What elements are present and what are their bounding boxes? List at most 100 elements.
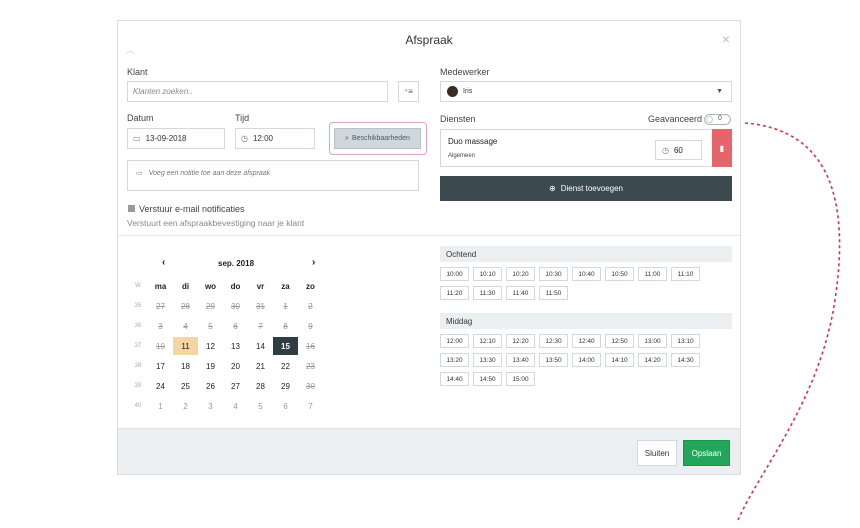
time-slot[interactable]: 13:00 [638, 334, 667, 348]
calendar-day[interactable]: 2 [298, 297, 323, 315]
time-slot[interactable]: 11:50 [539, 286, 568, 300]
client-search-input[interactable]: Klanten zoeken.. [127, 81, 388, 102]
search-icon: ⌕ [345, 134, 349, 142]
calendar-grid: Wma di wo do vr za zo 35 27 28 29 30 31 1 2 36 3 4 5 6 7 8 9 37… [128, 276, 323, 416]
calendar-day[interactable]: 4 [173, 317, 198, 335]
calendar-day[interactable]: 7 [298, 397, 323, 415]
add-client-icon[interactable]: ⁺≡ [398, 81, 419, 102]
time-slot[interactable]: 14:10 [605, 353, 634, 367]
calendar-day[interactable]: 24 [148, 377, 173, 395]
date-input[interactable]: ▭ 13-09-2018 [127, 128, 225, 149]
availability-button[interactable]: ⌕ Beschikbaarheden [334, 128, 421, 149]
time-slot[interactable]: 11:40 [506, 286, 535, 300]
calendar-day[interactable]: 27 [223, 377, 248, 395]
time-slot[interactable]: 12:10 [473, 334, 502, 348]
next-month-button[interactable]: › [312, 257, 315, 268]
calendar-day[interactable]: 20 [223, 357, 248, 375]
time-slot[interactable]: 11:30 [473, 286, 502, 300]
add-service-button[interactable]: ⊕ Dienst toevoegen [440, 176, 732, 201]
calendar-day[interactable]: 25 [173, 377, 198, 395]
prev-month-button[interactable]: ‹ [162, 257, 165, 268]
time-slot[interactable]: 14:20 [638, 353, 667, 367]
time-slot[interactable]: 11:00 [638, 267, 667, 281]
time-slot[interactable]: 12:30 [539, 334, 568, 348]
calendar-day[interactable]: 14 [248, 337, 273, 355]
week-number: 36 [134, 323, 142, 329]
calendar-day[interactable]: 17 [148, 357, 173, 375]
avatar [447, 86, 458, 97]
calendar-day[interactable]: 27 [148, 297, 173, 315]
time-input[interactable]: ◷ 12:00 [235, 128, 315, 149]
calendar-day[interactable]: 8 [273, 317, 298, 335]
calendar-day[interactable]: 30 [298, 377, 323, 395]
email-notification-checkbox[interactable] [128, 205, 135, 212]
calendar-day[interactable]: 29 [198, 297, 223, 315]
time-slot[interactable]: 14:00 [572, 353, 601, 367]
time-slot[interactable]: 13:40 [506, 353, 535, 367]
time-slot[interactable]: 14:40 [440, 372, 469, 386]
calendar-day[interactable]: 1 [273, 297, 298, 315]
calendar-day[interactable]: 3 [198, 397, 223, 415]
week-header: W [135, 283, 141, 289]
calendar-day[interactable]: 28 [173, 297, 198, 315]
time-slot[interactable]: 12:50 [605, 334, 634, 348]
calendar-day[interactable]: 10 [148, 337, 173, 355]
calendar-day[interactable]: 26 [198, 377, 223, 395]
time-slot[interactable]: 10:40 [572, 267, 601, 281]
time-slot[interactable]: 13:50 [539, 353, 568, 367]
calendar-day[interactable]: 29 [273, 377, 298, 395]
calendar-day[interactable]: 5 [248, 397, 273, 415]
close-button[interactable]: Sluiten [637, 440, 677, 466]
calendar-day[interactable]: 7 [248, 317, 273, 335]
delete-service-button[interactable]: ▮ [712, 129, 732, 167]
time-slot[interactable]: 11:20 [440, 286, 469, 300]
time-slot[interactable]: 11:10 [671, 267, 700, 281]
time-slot[interactable]: 13:30 [473, 353, 502, 367]
calendar-day[interactable]: 18 [173, 357, 198, 375]
calendar-day[interactable]: 21 [248, 357, 273, 375]
time-slot[interactable]: 15:00 [506, 372, 535, 386]
time-slot[interactable]: 10:50 [605, 267, 634, 281]
time-slot[interactable]: 10:30 [539, 267, 568, 281]
calendar-day[interactable]: 9 [298, 317, 323, 335]
calendar-day[interactable]: 6 [273, 397, 298, 415]
time-slot[interactable]: 12:00 [440, 334, 469, 348]
time-slot[interactable]: 13:10 [671, 334, 700, 348]
calendar-day[interactable]: 31 [248, 297, 273, 315]
service-duration-input[interactable]: ◷ 60 [655, 140, 702, 160]
time-slot[interactable]: 14:50 [473, 372, 502, 386]
calendar-day[interactable]: 6 [223, 317, 248, 335]
calendar-day[interactable]: 1 [148, 397, 173, 415]
calendar-day[interactable]: 30 [223, 297, 248, 315]
advanced-toggle[interactable]: 0 [704, 114, 731, 125]
time-slot[interactable]: 12:40 [572, 334, 601, 348]
calendar-day[interactable]: 19 [198, 357, 223, 375]
time-slot[interactable]: 10:20 [506, 267, 535, 281]
close-icon[interactable]: × [722, 31, 730, 47]
calendar-day[interactable]: 2 [173, 397, 198, 415]
calendar-day[interactable]: 3 [148, 317, 173, 335]
calendar-day[interactable]: 23 [298, 357, 323, 375]
employee-select[interactable]: Iris ▼ [440, 81, 732, 102]
time-slot[interactable]: 12:20 [506, 334, 535, 348]
time-slot[interactable]: 14:30 [671, 353, 700, 367]
calendar-day[interactable]: 22 [273, 357, 298, 375]
clock-icon: ◷ [241, 134, 248, 143]
diensten-label: Diensten [440, 114, 476, 124]
note-input[interactable]: ▭ Voeg een notitie toe aan deze afspraak [127, 160, 419, 191]
save-button[interactable]: Opslaan [683, 440, 730, 466]
calendar-day[interactable]: 12 [198, 337, 223, 355]
calendar-day[interactable]: 4 [223, 397, 248, 415]
weekday-header: di [181, 281, 190, 291]
time-slot[interactable]: 13:20 [440, 353, 469, 367]
calendar-day[interactable]: 13 [223, 337, 248, 355]
calendar-day[interactable]: 28 [248, 377, 273, 395]
calendar-day[interactable]: 11 [173, 337, 198, 355]
calendar-day[interactable]: 15 [273, 337, 298, 355]
calendar-day[interactable]: 5 [198, 317, 223, 335]
datum-label: Datum [127, 113, 154, 123]
comment-icon: ▭ [136, 170, 143, 177]
time-slot[interactable]: 10:00 [440, 267, 469, 281]
time-slot[interactable]: 10:10 [473, 267, 502, 281]
calendar-day[interactable]: 16 [298, 337, 323, 355]
